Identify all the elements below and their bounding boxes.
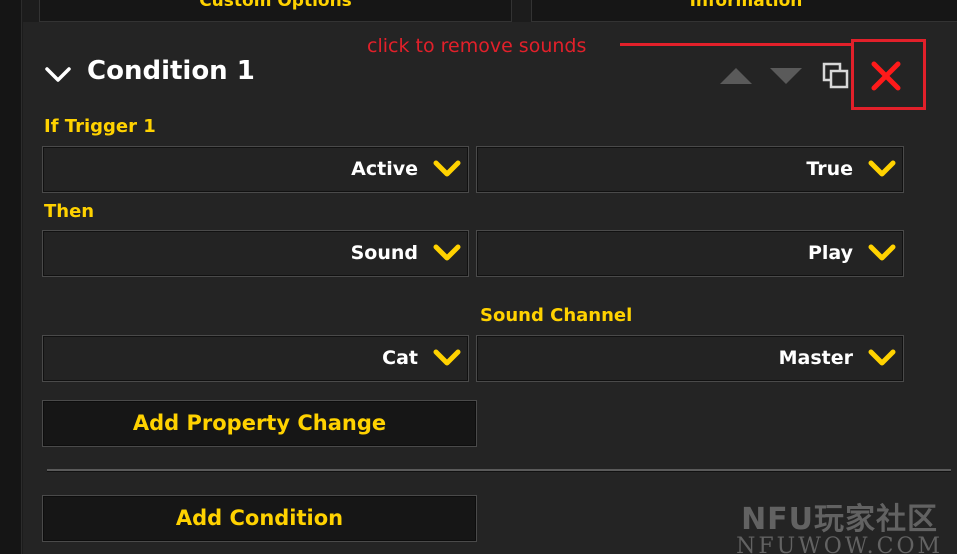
sound-channel-label: Sound Channel [480,305,633,326]
conditions-panel [23,22,957,554]
trigger-state-value: Active [351,158,418,180]
tab-information[interactable]: Information [531,0,957,22]
chevron-down-icon [868,244,896,261]
chevron-down-icon [868,349,896,366]
watermark-bottom: NFUWOW.COM [736,534,943,554]
watermark-top: NFU玩家社区 [741,502,939,537]
add-condition-button[interactable]: Add Condition [42,495,477,542]
section-divider [47,469,951,472]
sound-file-value: Cat [382,347,418,369]
tab-custom-options-label: Custom Options [199,0,352,11]
sound-channel-dropdown[interactable]: Master [476,335,904,382]
tab-custom-options[interactable]: Custom Options [39,0,512,22]
chevron-down-icon[interactable] [44,66,72,84]
trigger-state-dropdown[interactable]: Active [42,146,469,193]
sound-file-dropdown[interactable]: Cat [42,335,469,382]
condition-title: Condition 1 [87,56,255,86]
triangle-down-icon[interactable] [768,66,804,86]
duplicate-icon[interactable] [822,62,850,90]
annotation-pointer-line [620,43,852,46]
then-property-value: Sound [350,242,418,264]
then-action-dropdown[interactable]: Play [476,230,904,277]
chevron-down-icon [868,160,896,177]
add-property-change-button[interactable]: Add Property Change [42,400,477,447]
if-trigger-label: If Trigger 1 [44,116,156,137]
then-label: Then [44,201,95,222]
tab-information-label: Information [689,0,803,11]
chevron-down-icon [433,160,461,177]
trigger-value-dropdown[interactable]: True [476,146,904,193]
chevron-down-icon [433,244,461,261]
then-property-dropdown[interactable]: Sound [42,230,469,277]
watermark: NFU玩家社区 NFUWOW.COM [736,494,943,554]
chevron-down-icon [433,349,461,366]
annotation-text: click to remove sounds [367,35,587,57]
close-x-icon[interactable] [868,58,904,94]
trigger-value-value: True [806,158,853,180]
left-frame-strip [0,0,22,554]
triangle-up-icon[interactable] [718,66,754,86]
then-action-value: Play [807,242,853,264]
sound-channel-value: Master [778,347,853,369]
